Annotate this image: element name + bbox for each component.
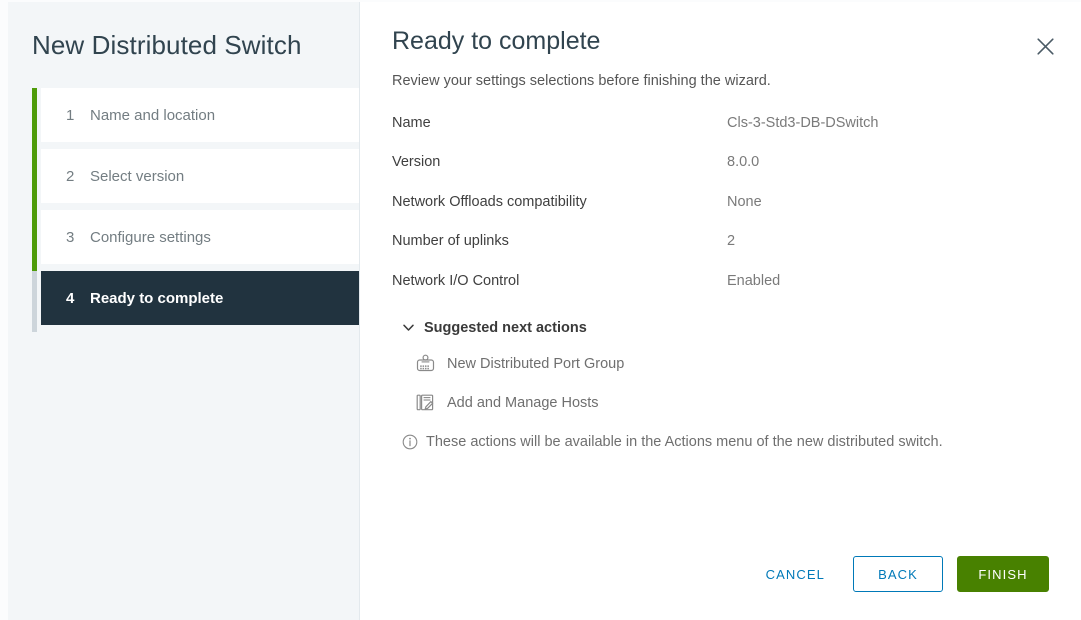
step-number: 1: [66, 107, 90, 124]
summary-key: Number of uplinks: [392, 232, 727, 271]
info-note-text: These actions will be available in the A…: [426, 432, 943, 455]
suggested-next-actions-section: Suggested next actions: [392, 320, 1049, 455]
step-label: Select version: [90, 168, 184, 185]
wizard-sidebar: New Distributed Switch 1 Name and locati…: [8, 2, 360, 620]
action-label: Add and Manage Hosts: [447, 395, 599, 411]
summary-key: Network Offloads compatibility: [392, 193, 727, 232]
summary-value: 8.0.0: [727, 153, 1049, 192]
wizard-content: Ready to complete Review your settings s…: [360, 2, 1081, 620]
wizard-title: New Distributed Switch: [8, 2, 359, 61]
info-note: These actions will be available in the A…: [402, 432, 1017, 455]
step-label: Configure settings: [90, 229, 211, 246]
summary-table: Name Cls-3-Std3-DB-DSwitch Version 8.0.0…: [392, 114, 1049, 311]
step-number: 4: [66, 290, 90, 307]
step-progress-fill: [32, 88, 37, 271]
suggested-next-actions-toggle[interactable]: Suggested next actions: [402, 320, 1049, 336]
port-group-icon: [414, 353, 436, 375]
summary-value: Cls-3-Std3-DB-DSwitch: [727, 114, 1049, 153]
step-number: 2: [66, 168, 90, 185]
summary-value: 2: [727, 232, 1049, 271]
table-row: Network Offloads compatibility None: [392, 193, 1049, 232]
content-header: Ready to complete Review your settings s…: [392, 2, 1049, 91]
step-label: Name and location: [90, 107, 215, 124]
page-title: Ready to complete: [392, 26, 1049, 56]
sidebar-step-configure-settings[interactable]: 3 Configure settings: [41, 210, 359, 264]
table-row: Version 8.0.0: [392, 153, 1049, 192]
close-icon: [1036, 37, 1055, 56]
cancel-button[interactable]: CANCEL: [752, 556, 839, 592]
summary-value: Enabled: [727, 272, 1049, 311]
finish-button[interactable]: FINISH: [957, 556, 1049, 592]
add-manage-hosts-icon: [414, 392, 436, 414]
summary-key: Version: [392, 153, 727, 192]
wizard-steps: 1 Name and location 2 Select version 3 C…: [8, 88, 359, 325]
new-distributed-switch-wizard: New Distributed Switch 1 Name and locati…: [0, 0, 1081, 620]
sidebar-step-ready-to-complete[interactable]: 4 Ready to complete: [41, 271, 359, 325]
suggested-actions-list: New Distributed Port Group Add and Manag…: [414, 353, 1049, 414]
table-row: Name Cls-3-Std3-DB-DSwitch: [392, 114, 1049, 153]
summary-key: Name: [392, 114, 727, 153]
summary-value: None: [727, 193, 1049, 232]
chevron-down-icon: [402, 321, 415, 334]
summary-key: Network I/O Control: [392, 272, 727, 311]
sidebar-step-name-and-location[interactable]: 1 Name and location: [41, 88, 359, 142]
action-add-and-manage-hosts[interactable]: Add and Manage Hosts: [414, 392, 1049, 414]
table-row: Number of uplinks 2: [392, 232, 1049, 271]
step-number: 3: [66, 229, 90, 246]
action-label: New Distributed Port Group: [447, 356, 624, 372]
table-row: Network I/O Control Enabled: [392, 272, 1049, 311]
action-new-distributed-port-group[interactable]: New Distributed Port Group: [414, 353, 1049, 375]
sidebar-step-select-version[interactable]: 2 Select version: [41, 149, 359, 203]
page-subtitle: Review your settings selections before f…: [392, 72, 1049, 91]
back-button[interactable]: BACK: [853, 556, 943, 592]
close-button[interactable]: [1031, 32, 1059, 60]
wizard-footer: CANCEL BACK FINISH: [752, 556, 1049, 592]
step-label: Ready to complete: [90, 290, 223, 307]
info-circle-icon: [402, 434, 418, 455]
suggested-next-actions-label: Suggested next actions: [424, 320, 587, 336]
